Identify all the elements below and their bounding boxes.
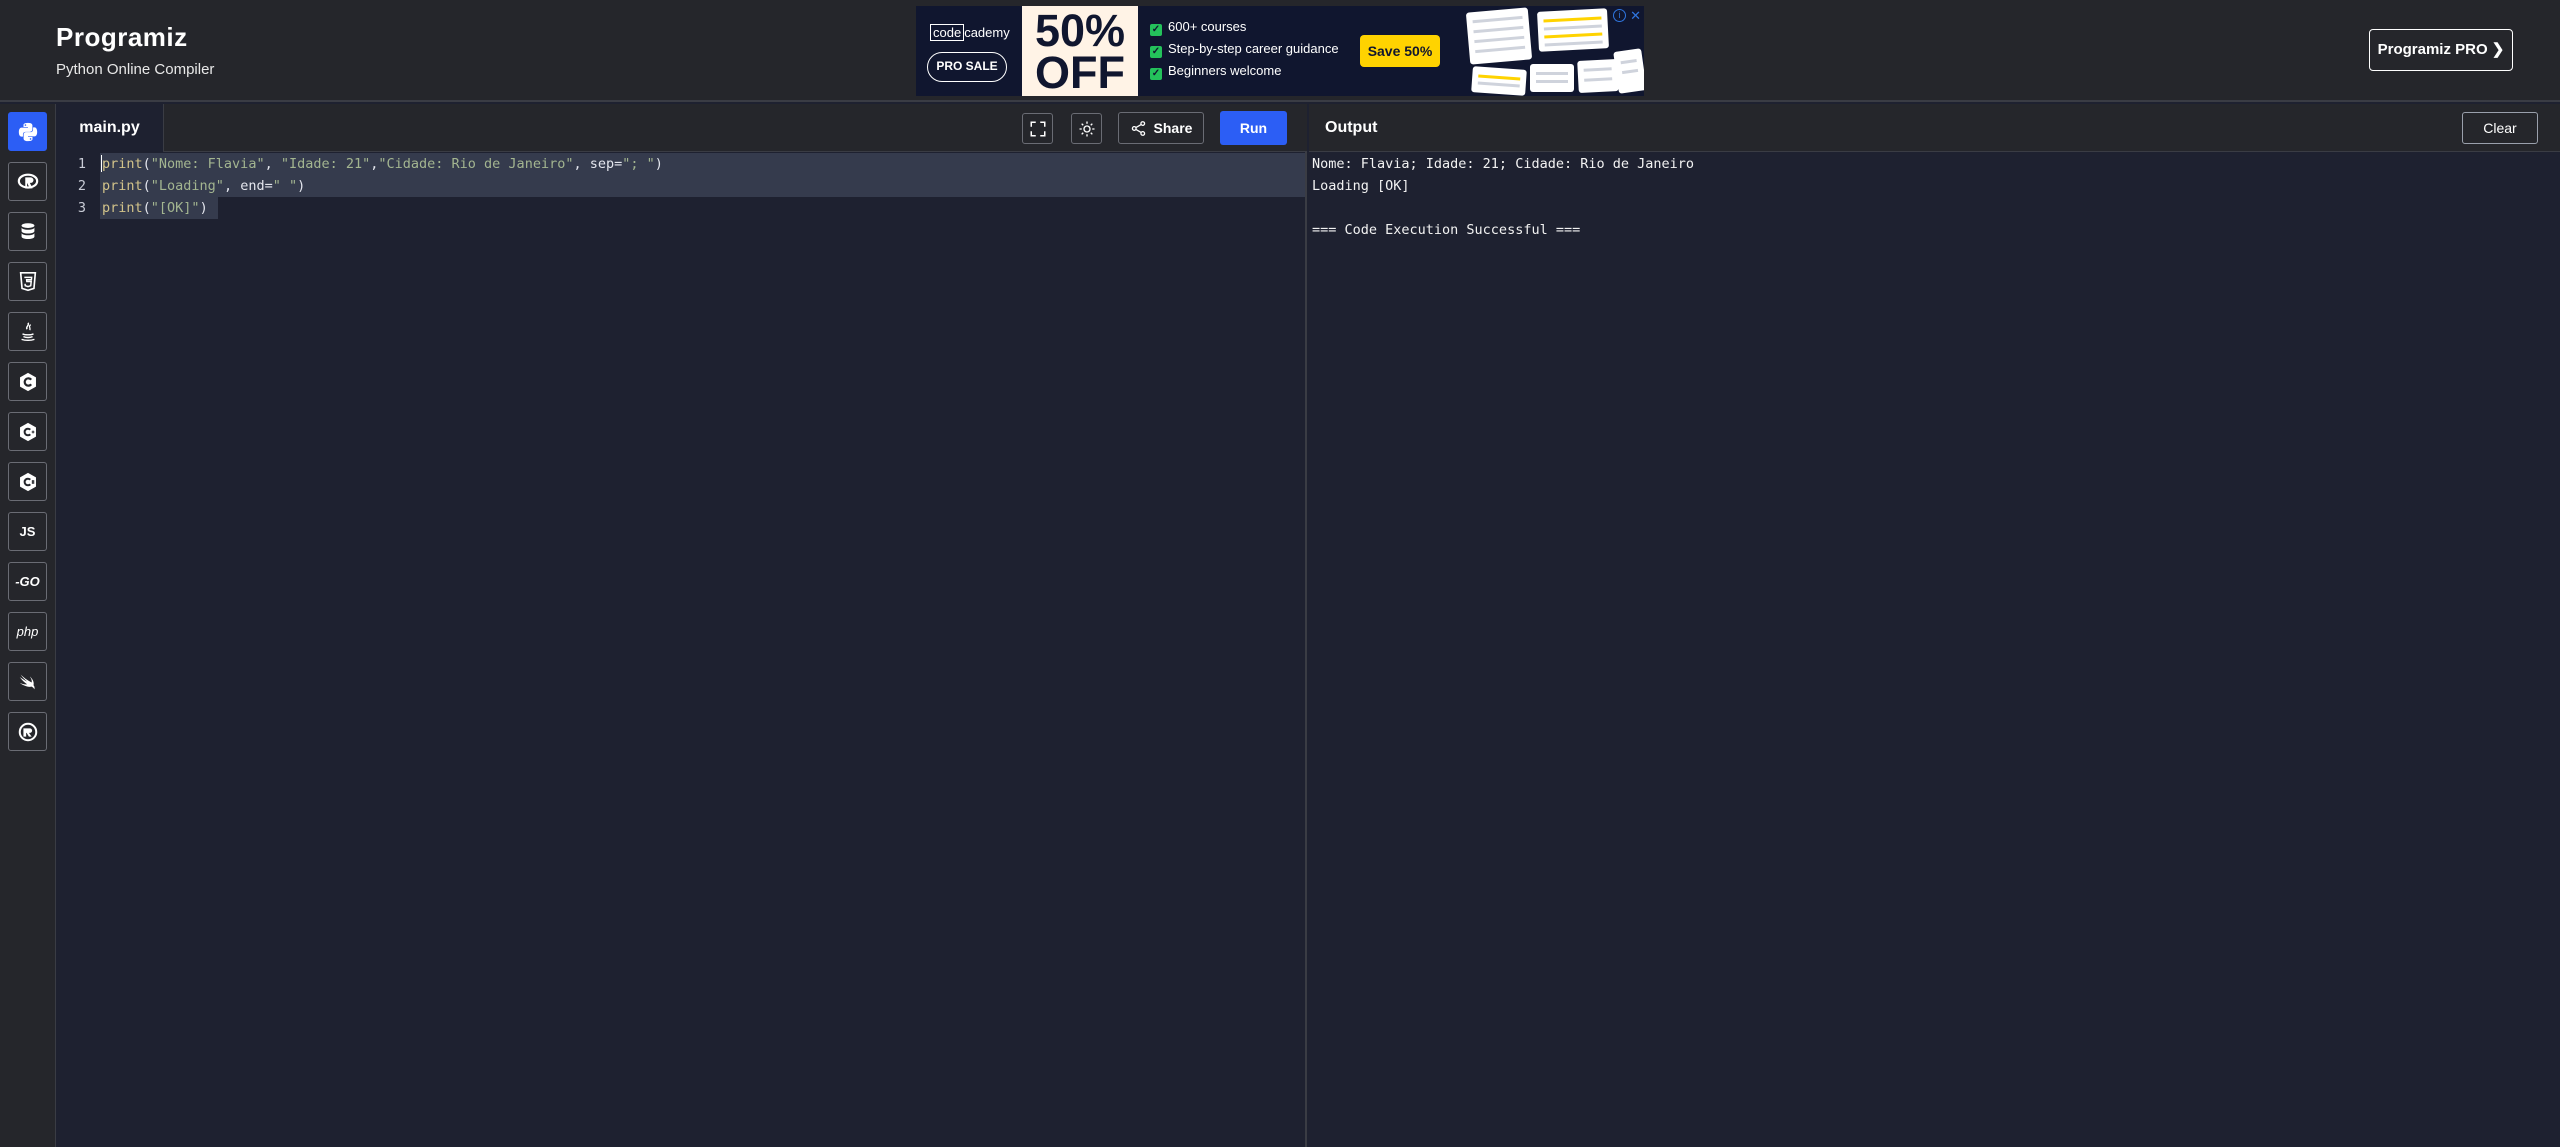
language-sidebar: JS -GO php [0,104,56,1147]
ad-preview-card [1530,64,1574,92]
editor-toolbar: main.py Share Run [56,104,1307,152]
sidebar-item-cpp[interactable] [8,412,47,451]
ad-info-icon[interactable]: i [1613,9,1626,22]
output-pane: Output Clear Nome: Flavia; Idade: 21; Ci… [1309,104,2560,1147]
run-button[interactable]: Run [1220,111,1287,145]
check-icon: ✓ [1150,46,1162,58]
c-icon [19,372,36,391]
code-text: print("[OK]") [102,200,208,216]
advertisement-banner[interactable]: code cademy PRO SALE 50% OFF ✓ 600+ course… [916,6,1644,96]
java-icon [20,321,35,341]
sidebar-item-python[interactable] [8,112,47,151]
sidebar-item-c[interactable] [8,362,47,401]
ad-screenshots: i ✕ [1458,6,1644,96]
code-editor-pane: main.py Share Run 1 print("Nome: Flavia",… [56,104,1307,1147]
sidebar-item-swift[interactable] [8,662,47,701]
csharp-icon [19,472,36,491]
ad-save-button[interactable]: Save 50% [1360,35,1440,67]
sidebar-item-html[interactable] [8,262,47,301]
sun-icon [1079,121,1094,136]
ad-discount: 50% OFF [1022,6,1138,96]
programiz-logo[interactable]: Programiz [56,22,214,53]
ad-discount-percent: 50% [1034,6,1126,56]
ad-feature-item: ✓ Step-by-step career guidance [1150,41,1339,58]
ad-preview-card [1613,48,1644,94]
line-number: 3 [77,200,86,216]
clear-button[interactable]: Clear [2462,112,2538,144]
ad-preview-card [1465,7,1533,65]
output-line: Loading [OK] [1312,178,1410,194]
cpp-icon [19,422,36,441]
share-button[interactable]: Share [1118,112,1204,144]
theme-toggle-button[interactable] [1071,113,1102,144]
ad-feature-item: ✓ 600+ courses [1150,19,1247,36]
ad-preview-card [1471,66,1527,96]
check-icon: ✓ [1150,68,1162,80]
brand[interactable]: Programiz Python Online Compiler [56,22,214,78]
page-subtitle: Python Online Compiler [56,61,215,78]
output-toolbar: Output Clear [1309,104,2560,152]
sidebar-item-rust[interactable] [8,712,47,751]
javascript-icon: JS [19,524,36,539]
fullscreen-button[interactable] [1022,113,1053,144]
check-icon: ✓ [1150,24,1162,36]
sidebar-item-php[interactable]: php [8,612,47,651]
php-icon: php [16,624,39,639]
html5-icon [19,271,36,291]
ad-feature-item: ✓ Beginners welcome [1150,63,1282,80]
sidebar-item-java[interactable] [8,312,47,351]
output-line: Nome: Flavia; Idade: 21; Cidade: Rio de … [1312,156,1695,172]
sidebar-item-r[interactable] [8,162,47,201]
python-icon [18,122,37,141]
output-title: Output [1325,119,1378,136]
ad-preview-card [1537,8,1609,52]
share-icon [1131,120,1145,136]
ad-features: ✓ 600+ courses ✓ Step-by-step career guida… [1138,6,1458,96]
go-icon: -GO [15,574,40,589]
sidebar-item-sql[interactable] [8,212,47,251]
code-text: print("Loading", end=" ") [102,178,306,194]
ad-logo: code cademy [930,24,1010,41]
sidebar-item-go[interactable]: -GO [8,562,47,601]
code-text: print("Nome: Flavia", "Idade: 21","Cidad… [102,156,663,172]
ad-preview-card [1577,58,1619,94]
rust-icon [18,722,37,741]
sidebar-item-csharp[interactable] [8,462,47,501]
code-textarea[interactable]: 1 print("Nome: Flavia", "Idade: 21","Cida… [56,152,1307,1147]
ad-brand-panel: code cademy PRO SALE [916,6,1022,96]
programiz-pro-button[interactable]: Programiz PRO ❯ [2369,29,2513,71]
line-number: 2 [77,178,86,194]
output-line: === Code Execution Successful === [1312,222,1581,238]
fullscreen-icon [1030,121,1045,136]
sql-database-icon [21,222,34,239]
r-icon [17,173,38,189]
tab-main-py[interactable]: main.py [56,104,164,152]
ad-pro-sale-badge: PRO SALE [927,52,1007,82]
top-header: Programiz Python Online Compiler code cad… [0,0,2560,102]
share-label: Share [1153,120,1193,136]
swift-icon [19,674,35,689]
line-number: 1 [77,156,86,172]
ad-close-icon[interactable]: ✕ [1630,9,1641,22]
ad-discount-off: OFF [1035,47,1125,96]
sidebar-item-javascript[interactable]: JS [8,512,47,551]
